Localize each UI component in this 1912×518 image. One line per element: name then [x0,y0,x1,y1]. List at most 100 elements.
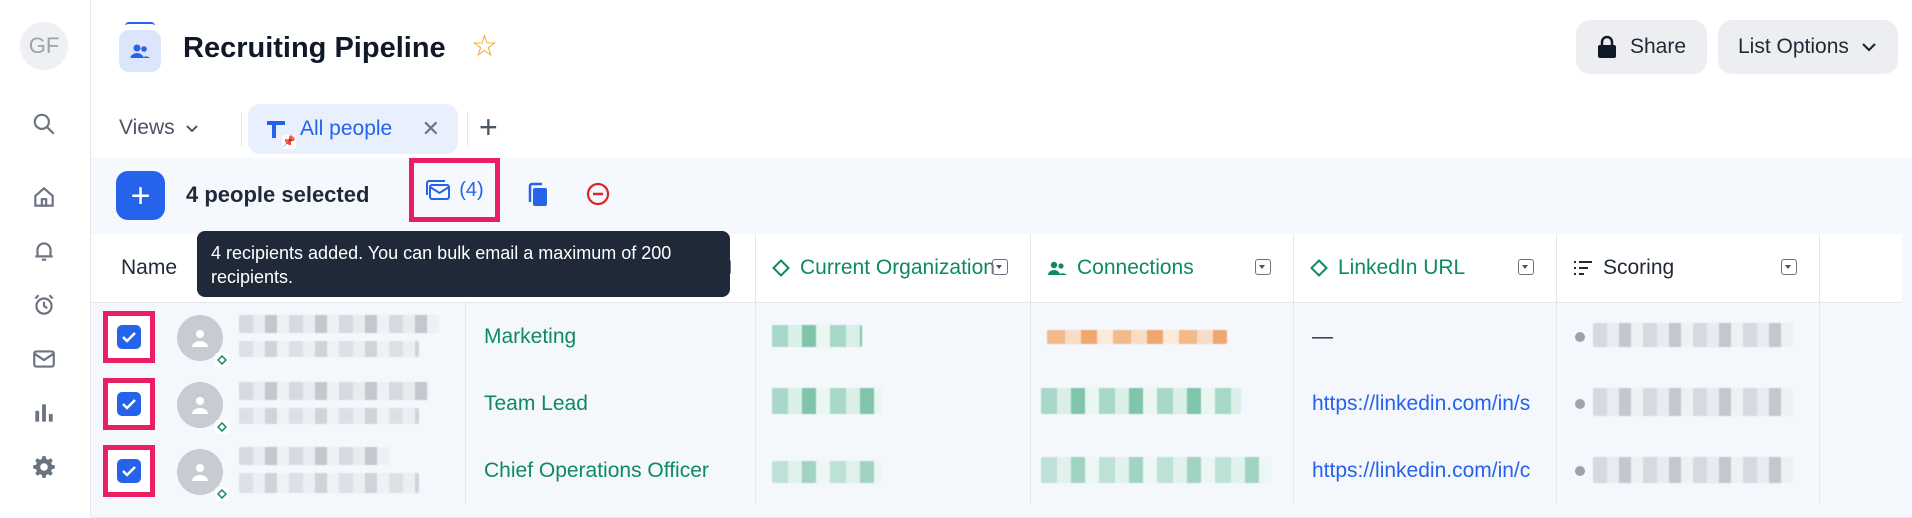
views-dropdown[interactable]: Views [119,116,199,140]
person-icon [192,464,208,481]
views-bar: Views 📌 All people ✕ + [91,100,1912,159]
column-label: Connections [1077,256,1194,279]
search-icon[interactable] [28,108,60,140]
remove-icon[interactable] [586,182,610,211]
redacted-score [1593,323,1793,347]
home-icon[interactable] [28,181,60,213]
column-header-current-organization[interactable]: Current Organization [756,234,1031,302]
score-dot-icon [1575,465,1585,476]
redacted-connections [1041,457,1271,483]
diamond-icon [1310,259,1328,277]
share-button[interactable]: Share [1576,20,1707,74]
left-rail: GF [0,0,91,517]
chevron-down-icon [185,124,198,132]
list-options-label: List Options [1738,35,1849,58]
redacted-connections [1041,388,1241,414]
check-icon [122,399,136,410]
list-stack-decoration [125,22,155,30]
selection-toolbar: + 4 people selected (4) [91,158,1912,235]
table-row[interactable]: Marketing — [91,303,1912,371]
avatar [177,382,229,434]
redacted-name [239,315,439,333]
person-icon [192,397,208,414]
mail-icon[interactable] [28,343,60,375]
row-checkbox[interactable] [103,311,155,363]
redacted-score [1593,457,1793,483]
redacted-name [239,382,429,400]
person-icon [192,330,208,347]
redacted-organization [772,325,862,347]
alarm-clock-icon[interactable] [28,289,60,321]
table-row[interactable]: Chief Operations Officer https://linkedi… [91,437,1912,505]
organization-cell [756,437,1031,504]
name-cell [91,370,466,437]
row-checkbox[interactable] [103,378,155,430]
tab-all-people[interactable]: 📌 All people ✕ [248,104,458,154]
name-cell [91,303,466,370]
role-text: Team Lead [484,391,588,415]
user-avatar[interactable]: GF [20,22,68,70]
favorite-star-icon[interactable]: ☆ [471,30,498,64]
check-icon [122,332,136,343]
bell-icon[interactable] [28,235,60,267]
column-header-scoring[interactable]: Scoring [1557,234,1820,302]
email-count: (4) [459,178,484,201]
divider [467,112,468,146]
scoring-cell [1557,370,1820,437]
redacted-email [239,473,419,493]
table-row[interactable] [91,504,1912,518]
role-text: Chief Operations Officer [484,458,709,482]
redacted-name [239,447,389,465]
diamond-badge-icon [215,487,229,501]
table-row[interactable]: Team Lead https://linkedin.com/in/s [91,370,1912,438]
redacted-score [1593,388,1793,416]
scoring-cell [1557,437,1820,504]
gear-icon[interactable] [28,451,60,483]
pin-icon: 📌 [282,135,296,149]
linkedin-cell: https://linkedin.com/in/c [1294,437,1557,504]
copy-icon[interactable] [527,182,549,213]
add-view-button[interactable]: + [479,108,498,146]
connections-cell [1031,437,1294,504]
column-header-connections[interactable]: Connections [1031,234,1294,302]
linkedin-link[interactable]: https://linkedin.com/in/c [1312,459,1530,483]
linkedin-link[interactable]: https://linkedin.com/in/s [1312,392,1530,416]
bulk-email-button[interactable]: (4) [409,158,500,222]
role-cell: Chief Operations Officer [466,437,756,504]
mail-stack-icon [426,180,451,200]
role-cell: Team Lead [466,370,756,437]
column-label: LinkedIn URL [1338,256,1466,279]
score-dot-icon [1575,331,1585,342]
column-menu-icon[interactable] [1255,259,1271,275]
diamond-icon [772,259,790,277]
list-icon [1574,261,1592,275]
organization-cell [756,370,1031,437]
redacted-organization [772,461,882,483]
column-menu-icon[interactable] [1781,259,1797,275]
connections-cell [1031,303,1294,370]
scoring-cell [1557,303,1820,370]
column-menu-icon[interactable] [1518,259,1534,275]
add-button[interactable]: + [116,171,165,220]
divider [241,112,242,146]
avatar [177,315,229,367]
role-cell: Marketing [466,303,756,370]
list-options-button[interactable]: List Options [1718,20,1898,74]
column-menu-icon[interactable] [992,259,1008,275]
close-icon[interactable]: ✕ [422,116,440,142]
share-label: Share [1630,35,1687,58]
name-cell [91,437,466,504]
redacted-email [239,408,419,424]
score-dot-icon [1575,398,1585,409]
chevron-down-icon [1862,43,1876,52]
page-title: Recruiting Pipeline [183,32,446,64]
selection-count: 4 people selected [186,182,370,207]
bar-chart-icon[interactable] [28,397,60,429]
row-checkbox[interactable] [103,445,155,497]
people-list-icon [119,30,161,72]
column-header-linkedin-url[interactable]: LinkedIn URL [1294,234,1557,302]
column-label: Scoring [1603,256,1675,279]
role-text: Marketing [484,324,577,348]
column-label: Name [121,256,178,279]
check-icon [122,466,136,477]
